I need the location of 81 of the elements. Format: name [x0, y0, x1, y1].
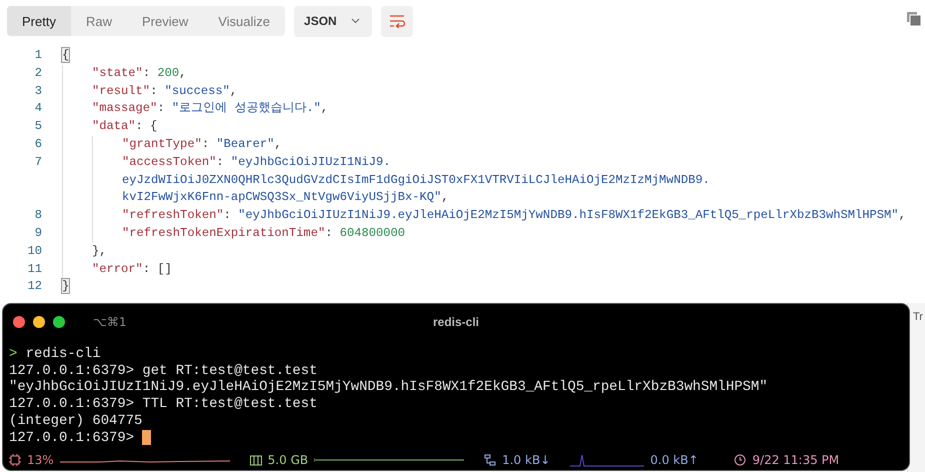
line-number: 3: [34, 82, 42, 100]
line-number: 8: [34, 207, 42, 224]
code-token: ,: [274, 136, 282, 151]
redis-prompt: 127.0.0.1:6379>: [9, 362, 134, 380]
download-rate: 1.0 kB↓: [502, 453, 550, 467]
code-token: "Bearer": [216, 136, 274, 151]
clock-text: 9/22 11:35 PM: [752, 453, 840, 467]
code-token: ,: [320, 101, 328, 116]
wrap-lines-icon: [388, 14, 405, 28]
code-token: "refreshTokenExpirationTime": [122, 226, 326, 240]
redis-prompt: 127.0.0.1:6379>: [9, 396, 134, 413]
format-dropdown[interactable]: JSON: [294, 6, 372, 36]
code-token: :: [224, 208, 232, 222]
code-token: "grantType": [122, 136, 202, 151]
output-text: "eyJhbGciOiJIUzI1NiJ9.eyJleHAiOjE2MzI5MjYwNDB9.hIsF8WX1f2EkGB3_AFtlQ5_rpeLlrXbzB3whSMlHPSM": [9, 379, 768, 396]
line-number: 7: [34, 154, 42, 171]
line-number: 2: [34, 64, 42, 82]
code-token: "로그인에 성공했습니다.": [172, 101, 321, 116]
line-number: 1: [34, 47, 42, 64]
code-token: ,: [441, 190, 449, 204]
copy-icon[interactable]: [907, 12, 921, 26]
code-token: "accessToken": [122, 154, 216, 169]
code-token: : {: [136, 119, 158, 134]
code-token: 200: [157, 66, 180, 80]
memory-icon: [250, 454, 262, 466]
command-text: TTL RT:test@test.test: [142, 396, 318, 413]
view-tab[interactable]: Raw: [70, 6, 127, 36]
shortcut-label: ⌥⌘1: [93, 315, 126, 329]
chevron-icon: [350, 18, 360, 24]
code-token: :: [150, 84, 158, 98]
memory-usage: 5.0 GB: [268, 453, 308, 467]
close-button[interactable]: [13, 316, 25, 328]
code-token: }: [62, 279, 70, 294]
code-token: :: [325, 226, 334, 240]
view-tab[interactable]: Preview: [126, 6, 204, 36]
minimize-button[interactable]: [33, 316, 45, 328]
code-token: "eyJhbGciOiJIUzI1NiJ9.: [230, 154, 391, 169]
command-text: get RT:test@test.test: [142, 362, 318, 380]
line-number: 9: [34, 224, 42, 242]
code-token: : []: [142, 262, 172, 276]
code-token: kvI2FwWjxK6Fnn-apCWSQ3Sx_NtVgw6ViyUSjjBx-KQ": [122, 190, 442, 204]
cpu-icon: [9, 454, 21, 466]
code-token: ,: [230, 84, 238, 98]
window-title: Tr: [913, 311, 923, 323]
redis-prompt: 127.0.0.1:6379>: [9, 430, 134, 446]
clock-icon: [734, 454, 746, 466]
code-token: "error": [92, 262, 143, 276]
code-token: 604800000: [340, 226, 406, 240]
line-number: 11: [26, 260, 42, 278]
code-token: },: [92, 244, 107, 258]
code-token: "state": [92, 66, 143, 80]
window-title: redis-cli: [432, 315, 480, 329]
code-token: "data": [92, 119, 136, 134]
code-token: :: [216, 154, 225, 169]
line-number: 10: [26, 242, 42, 260]
line-number: 6: [34, 136, 42, 153]
view-tab[interactable]: Pretty: [7, 6, 71, 36]
code-token: {: [62, 48, 70, 62]
code-token: "success": [164, 84, 230, 98]
code-token: :: [142, 66, 152, 80]
code-token: "eyJhbGciOiJIUzI1NiJ9.eyJleHAiOjE2MzI5MjYwNDB9.hIsF8WX1f2EkGB3_AFtlQ5_rpeLlrXbzB3whSMlHPSM": [238, 208, 899, 222]
view-tab[interactable]: Visualize: [203, 6, 286, 36]
shell-prompt: >: [9, 346, 18, 363]
line-number: 12: [26, 278, 42, 296]
line-number: 5: [34, 118, 42, 136]
code-token: "refreshToken": [122, 208, 224, 222]
network-icon: [484, 454, 496, 466]
code-token: ,: [898, 208, 906, 222]
code-token: :: [157, 101, 166, 116]
upload-rate: 0.0 kB↑: [650, 453, 698, 467]
line-number: 4: [34, 100, 42, 118]
code-token: "massage": [92, 101, 158, 116]
code-token: eyJzdWIiOiJ0ZXN0QHRlc3QudGVzdCIsImF1dGgiOiJST0xFX1VTRVIiLCJleHAiOjE2MzIzMjMwNDB9.: [122, 172, 710, 187]
wrap-lines-button[interactable]: [380, 6, 413, 36]
code-token: "result": [92, 84, 150, 98]
maximize-button[interactable]: [53, 316, 65, 328]
cpu-usage: 13%: [27, 453, 54, 467]
command-text: redis-cli: [26, 346, 101, 363]
output-text: (integer) 604775: [9, 412, 142, 430]
code-token: ,: [179, 66, 186, 80]
code-token: :: [202, 136, 210, 151]
